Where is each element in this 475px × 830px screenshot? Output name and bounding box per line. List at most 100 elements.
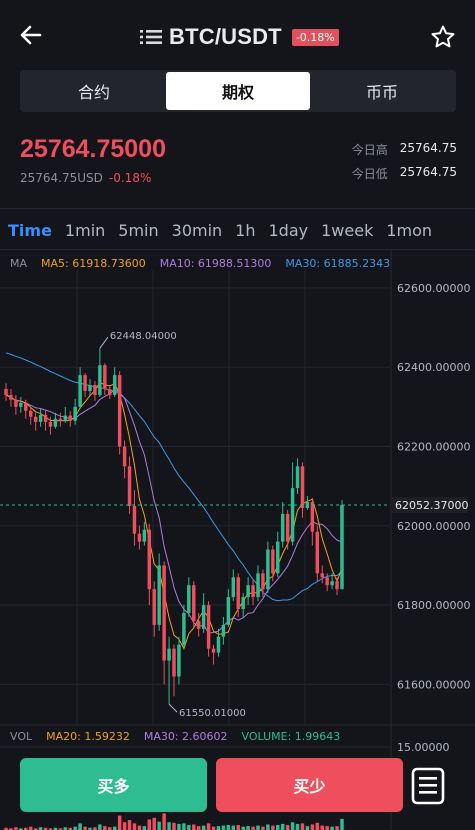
candle-body <box>340 505 344 590</box>
interval-1week[interactable]: 1week <box>321 221 373 240</box>
volume-tick-label: 15.00000 <box>397 741 450 754</box>
candle-body <box>246 585 250 598</box>
candle-body <box>68 415 72 421</box>
candle-body <box>330 581 334 586</box>
candle-body <box>78 375 82 407</box>
candle-body <box>14 399 18 407</box>
volume-bar <box>177 823 181 830</box>
vol-legend: VOL MA20: 1.59232 MA30: 2.60602 VOLUME: … <box>10 730 390 743</box>
candle-body <box>295 466 300 489</box>
candle-body <box>24 402 28 411</box>
volume-bar <box>167 822 171 830</box>
candle-body <box>256 573 260 598</box>
candle-body <box>162 565 166 661</box>
vol-ma30-legend: MA30: 2.60602 <box>143 730 228 743</box>
vol-ma20-legend: MA20: 1.59232 <box>46 730 130 743</box>
candle-body <box>231 577 236 598</box>
candle-body <box>28 410 33 417</box>
candle-body <box>196 620 201 629</box>
pair-selector[interactable]: BTC/USDT -0.18% <box>139 22 339 52</box>
volume-bar <box>187 825 191 830</box>
current-price-label: 62052.37000 <box>395 499 468 512</box>
candle-body <box>19 402 23 407</box>
candle-body <box>226 597 231 625</box>
ma-legend-label: MA <box>10 257 28 270</box>
candle-body <box>4 389 8 395</box>
orders-list-icon[interactable] <box>410 766 448 806</box>
candle-body <box>201 605 206 629</box>
candle-body <box>127 466 132 506</box>
candle-body <box>206 605 211 649</box>
candle-body <box>290 488 295 542</box>
volume-bar <box>127 820 132 830</box>
interval-1min[interactable]: 1min <box>65 221 105 240</box>
menu-list-icon <box>140 30 162 44</box>
candle-body <box>192 585 196 621</box>
candle-body <box>83 375 87 391</box>
volume-bar <box>335 826 339 830</box>
buy-long-button[interactable]: 买多 <box>20 758 207 812</box>
candle-body <box>103 365 107 390</box>
market-type-tabs: 合约 期权 币币 <box>20 70 456 112</box>
candle-body <box>9 394 13 400</box>
divider <box>0 208 475 209</box>
min-annotation-line <box>168 703 178 713</box>
max-price-label: 62448.04000 <box>110 331 177 342</box>
ma-legend: MA MA5: 61918.73600 MA10: 61988.51300 MA… <box>10 257 390 270</box>
volume-bar <box>266 824 270 830</box>
interval-1day[interactable]: 1day <box>269 221 309 240</box>
tab-spot[interactable]: 币币 <box>310 72 454 110</box>
min-price-label: 61550.01000 <box>179 708 246 719</box>
candle-body <box>221 624 226 637</box>
candle-body <box>122 446 127 467</box>
candle-body <box>43 414 48 422</box>
kline-chart[interactable]: 62600.00000 62400.00000 62200.00000 62000.0… <box>0 250 475 830</box>
candle-body <box>300 466 305 508</box>
price-usd: 25764.75USD <box>20 171 103 185</box>
volume-bar <box>231 825 236 830</box>
candle-body <box>63 415 68 421</box>
candle-body <box>285 513 290 542</box>
tab-contract[interactable]: 合约 <box>22 72 166 110</box>
change-badge: -0.18% <box>291 28 339 46</box>
candle-body <box>325 577 329 586</box>
max-annotation-line <box>99 336 109 349</box>
day-low-label: 今日低 <box>351 167 388 181</box>
candle-body <box>93 385 97 395</box>
candle-body <box>117 375 122 447</box>
buy-short-button[interactable]: 买少 <box>216 758 403 812</box>
interval-1mon[interactable]: 1mon <box>386 221 432 240</box>
y-tick-label: 62400.00000 <box>397 361 470 374</box>
interval-30min[interactable]: 30min <box>172 221 223 240</box>
candle-body <box>33 416 38 422</box>
volume-bar <box>157 821 161 830</box>
candle-body <box>261 573 265 590</box>
header: BTC/USDT -0.18% <box>0 0 475 62</box>
candle-body <box>177 644 181 677</box>
candle-body <box>216 636 221 653</box>
volume-bar <box>300 823 305 830</box>
interval-5min[interactable]: 5min <box>118 221 158 240</box>
volume-bar <box>117 815 122 830</box>
candle-body <box>73 406 77 421</box>
volume-bar <box>320 825 324 830</box>
candle-body <box>276 541 280 574</box>
ma5-legend: MA5: 61918.73600 <box>41 257 146 270</box>
favorite-star-icon[interactable] <box>430 24 456 50</box>
tab-options[interactable]: 期权 <box>166 72 310 110</box>
back-arrow-icon[interactable] <box>18 22 44 48</box>
volume-bar <box>206 823 211 830</box>
volume-bar <box>276 825 280 830</box>
interval-1h[interactable]: 1h <box>235 221 255 240</box>
volume-bar <box>182 823 186 830</box>
volume-bar <box>325 826 329 830</box>
volume-bar <box>152 817 156 830</box>
volume-bar <box>122 822 127 830</box>
candle-body <box>157 565 161 625</box>
volume-bar <box>256 825 260 830</box>
candle-body <box>280 513 285 542</box>
candle-body <box>167 648 171 661</box>
candle-body <box>108 389 112 395</box>
volume-bar <box>201 825 206 830</box>
interval-time[interactable]: Time <box>8 221 52 240</box>
